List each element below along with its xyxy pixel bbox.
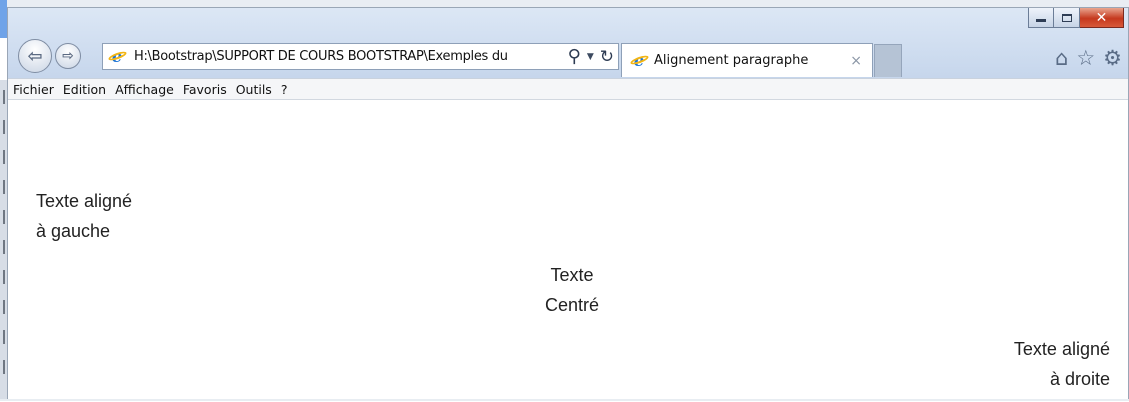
search-icon[interactable]: ⚲ <box>568 46 581 67</box>
gear-icon[interactable]: ⚙ <box>1103 46 1122 70</box>
home-icon[interactable]: ⌂ <box>1055 46 1068 70</box>
paragraph-center-line2: Centré <box>544 295 600 315</box>
minimize-icon <box>1036 19 1046 22</box>
forward-arrow-icon: ⇨ <box>62 48 74 64</box>
paragraph-right-line1: Texte aligné <box>1013 339 1110 359</box>
star-icon[interactable]: ☆ <box>1076 46 1095 70</box>
toolbar-right-icons: ⌂ ☆ ⚙ <box>1055 46 1122 70</box>
menu-affichage[interactable]: Affichage <box>115 82 174 97</box>
menu-favoris[interactable]: Favoris <box>183 82 227 97</box>
menu-edition[interactable]: Edition <box>63 82 106 97</box>
back-button[interactable]: ⇦ <box>18 39 52 73</box>
paragraph-left: Texte aligné à gauche <box>36 186 176 246</box>
browser-window: ✕ ⇦ ⇨ e H:\Bootstrap\SUPPORT DE COURS BO… <box>7 7 1129 402</box>
ie-page-icon: e <box>108 47 126 66</box>
maximize-button[interactable] <box>1054 8 1080 28</box>
paragraph-left-line2: à gauche <box>36 221 111 241</box>
address-bar[interactable]: e H:\Bootstrap\SUPPORT DE COURS BOOTSTRA… <box>102 43 619 70</box>
ie-tab-icon: e <box>630 51 648 70</box>
paragraph-center: Texte Centré <box>502 260 642 320</box>
menu-bar: Fichier Edition Affichage Favoris Outils… <box>8 78 1128 100</box>
paragraph-left-line1: Texte aligné <box>36 191 133 211</box>
address-tools: ⚲ ▼ ↻ <box>568 46 614 67</box>
maximize-icon <box>1061 13 1072 22</box>
forward-button[interactable]: ⇨ <box>55 43 81 69</box>
window-edge-accent <box>0 0 7 38</box>
close-icon: ✕ <box>1095 9 1108 26</box>
close-button[interactable]: ✕ <box>1080 8 1124 28</box>
chevron-down-icon[interactable]: ▼ <box>587 52 594 62</box>
paragraph-right: Texte aligné à droite <box>970 334 1110 394</box>
address-text[interactable]: H:\Bootstrap\SUPPORT DE COURS BOOTSTRAP\… <box>134 49 524 64</box>
menu-help[interactable]: ? <box>281 82 288 97</box>
menu-outils[interactable]: Outils <box>236 82 272 97</box>
paragraph-right-line2: à droite <box>1049 369 1110 389</box>
new-tab-button[interactable] <box>874 44 902 77</box>
tab-close-icon[interactable]: × <box>850 53 862 69</box>
tab-title: Alignement paragraphe <box>654 53 809 68</box>
tab-alignement-paragraphe[interactable]: e Alignement paragraphe × <box>621 43 873 77</box>
menu-fichier[interactable]: Fichier <box>13 82 54 97</box>
browser-chrome: ✕ ⇦ ⇨ e H:\Bootstrap\SUPPORT DE COURS BO… <box>8 8 1128 78</box>
minimize-button[interactable] <box>1028 8 1054 28</box>
page-content: Texte aligné à gauche Texte Centré Texte… <box>8 100 1128 402</box>
back-arrow-icon: ⇦ <box>27 45 43 67</box>
window-controls: ✕ <box>1028 8 1124 28</box>
refresh-icon[interactable]: ↻ <box>600 47 614 67</box>
paragraph-center-line1: Texte <box>550 265 594 285</box>
